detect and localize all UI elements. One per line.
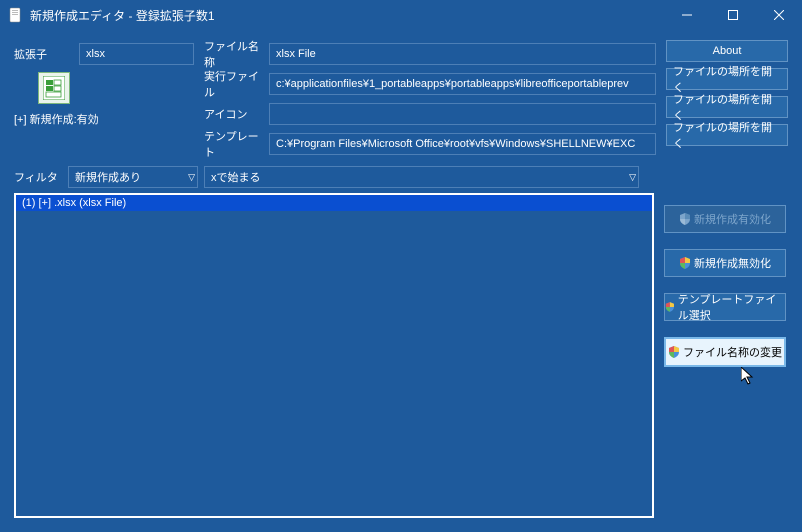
chevron-down-icon: ▽: [188, 172, 195, 183]
chevron-down-icon: ▽: [629, 172, 636, 183]
disable-new-create-label: 新規作成無効化: [694, 255, 771, 271]
open-icon-location-button[interactable]: ファイルの場所を開く: [666, 96, 788, 118]
filter-dropdown-2[interactable]: xで始まる ▽: [204, 166, 639, 188]
label-icon: アイコン: [204, 106, 269, 122]
filter-dropdown-2-value: xで始まる: [211, 169, 261, 185]
minimize-button[interactable]: [664, 0, 710, 30]
label-exec-file: 実行ファイル: [204, 68, 269, 100]
window-controls: [664, 0, 802, 30]
change-file-name-label: ファイル名称の変更: [683, 344, 782, 360]
label-extension: 拡張子: [14, 46, 79, 62]
shield-icon: [668, 346, 680, 358]
filter-dropdown-1[interactable]: 新規作成あり ▽: [68, 166, 198, 188]
label-file-name: ファイル名称: [204, 38, 269, 70]
shield-icon: [679, 257, 691, 269]
select-template-file-label: テンプレートファイル選択: [678, 291, 785, 323]
open-exec-location-button[interactable]: ファイルの場所を開く: [666, 68, 788, 90]
input-template[interactable]: [269, 133, 656, 155]
open-template-location-button[interactable]: ファイルの場所を開く: [666, 124, 788, 146]
label-filter: フィルタ: [14, 169, 62, 185]
label-template: テンプレート: [204, 128, 269, 160]
extension-list[interactable]: (1) [+] .xlsx (xlsx File): [14, 193, 654, 518]
window-title: 新規作成エディタ - 登録拡張子数1: [30, 7, 664, 24]
input-exec-file[interactable]: [269, 73, 656, 95]
list-item[interactable]: (1) [+] .xlsx (xlsx File): [16, 195, 652, 211]
about-button[interactable]: About: [666, 40, 788, 62]
select-template-file-button[interactable]: テンプレートファイル選択: [664, 293, 786, 321]
enable-new-create-button: 新規作成有効化: [664, 205, 786, 233]
disable-new-create-button[interactable]: 新規作成無効化: [664, 249, 786, 277]
app-type-icon: [38, 72, 70, 104]
input-file-name[interactable]: [269, 43, 656, 65]
close-button[interactable]: [756, 0, 802, 30]
shield-icon: [679, 213, 691, 225]
change-file-name-button[interactable]: ファイル名称の変更: [664, 337, 786, 367]
app-icon: [8, 7, 24, 23]
input-icon[interactable]: [269, 103, 656, 125]
maximize-button[interactable]: [710, 0, 756, 30]
label-new-create-enable: [+] 新規作成:有効: [14, 111, 194, 127]
enable-new-create-label: 新規作成有効化: [694, 211, 771, 227]
shield-icon: [665, 301, 675, 313]
input-extension[interactable]: [79, 43, 194, 65]
titlebar: 新規作成エディタ - 登録拡張子数1: [0, 0, 802, 30]
filter-dropdown-1-value: 新規作成あり: [75, 169, 141, 185]
